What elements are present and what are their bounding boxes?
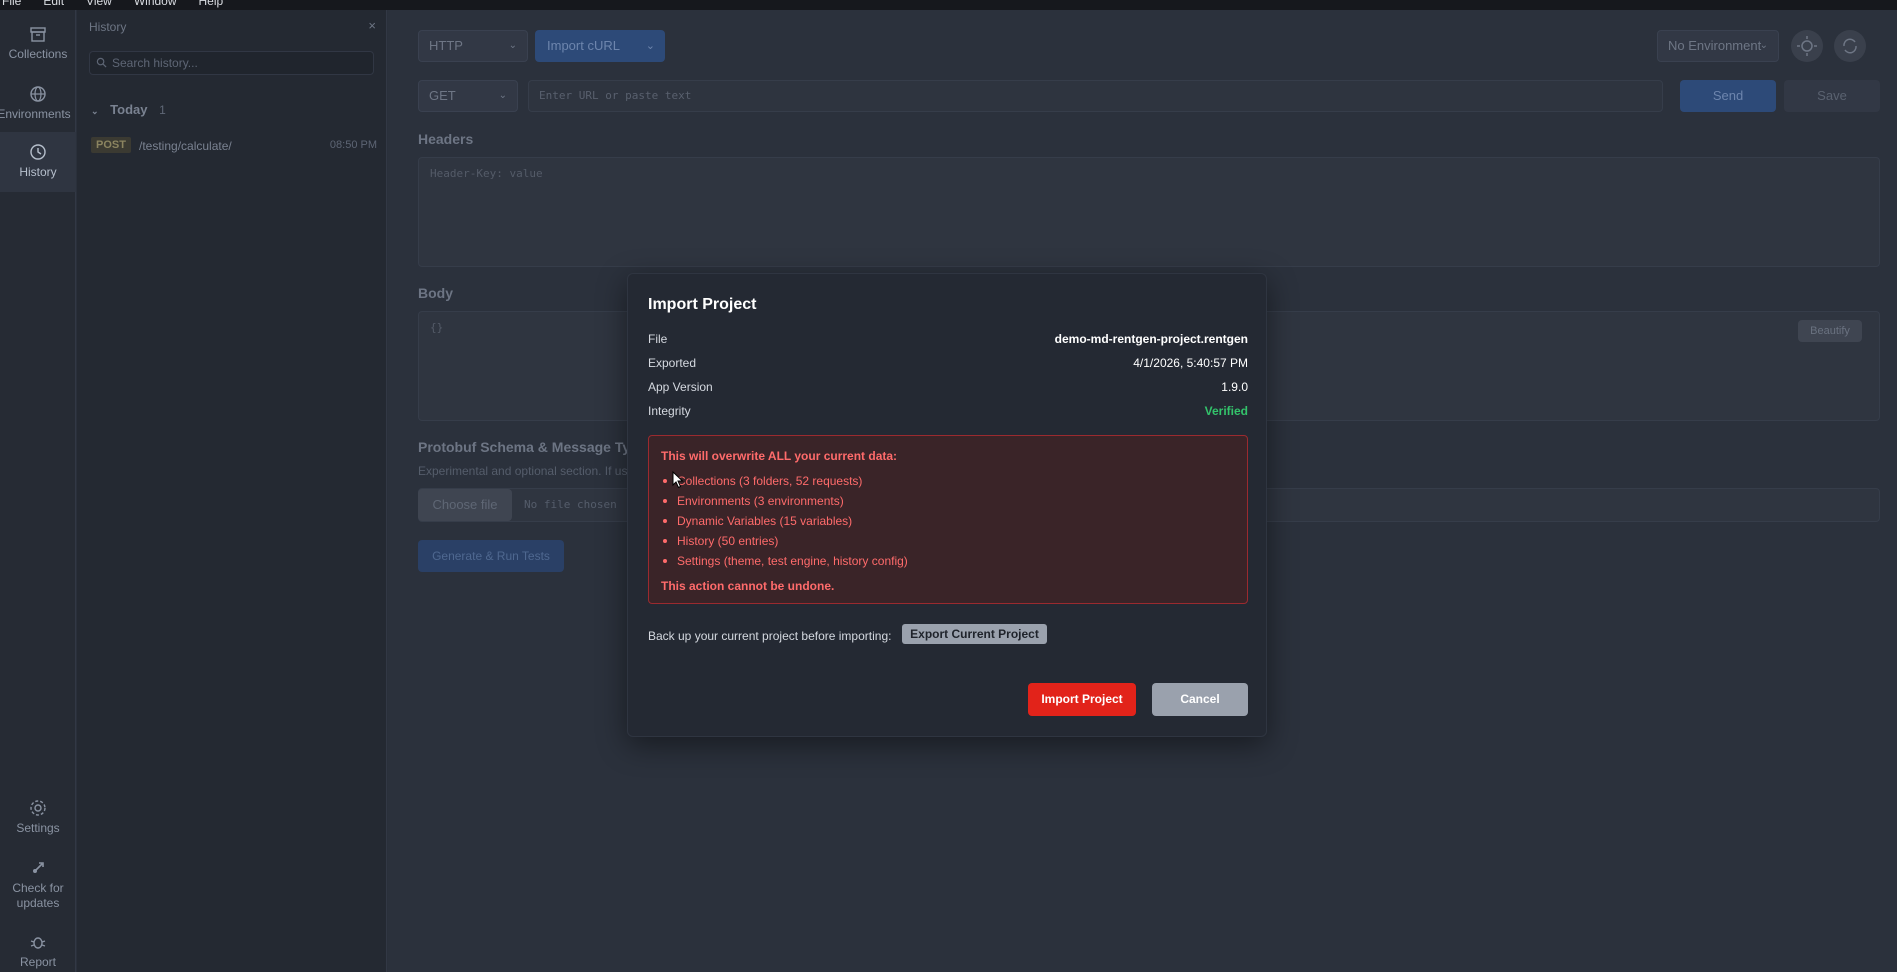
history-group-count: 1	[159, 103, 166, 117]
meta-value: 1.9.0	[1221, 380, 1248, 394]
import-curl-label: Import cURL	[547, 38, 620, 53]
history-search-input[interactable]: Search history...	[89, 51, 374, 75]
dialog-title: Import Project	[648, 296, 757, 313]
search-icon	[96, 57, 107, 68]
rail-collections[interactable]: Collections	[0, 18, 76, 68]
rail-environments[interactable]: Environments	[0, 78, 76, 128]
meta-key: Exported	[648, 356, 697, 370]
history-entry[interactable]: POST /testing/calculate/ 08:50 PM	[87, 135, 377, 157]
warning-title: This will overwrite ALL your current dat…	[661, 449, 898, 463]
url-placeholder: Enter URL or paste text	[539, 89, 692, 102]
meta-value: 4/1/2026, 5:40:57 PM	[1133, 356, 1248, 370]
refresh-button[interactable]	[1834, 30, 1866, 62]
import-curl-button[interactable]: Import cURL ⌄	[535, 30, 665, 62]
meta-row-file: File demo-md-rentgen-project.rentgen	[648, 332, 1248, 352]
protocol-select[interactable]: HTTP ⌄	[418, 30, 528, 62]
gear-icon	[30, 800, 46, 816]
warning-list: Collections (3 folders, 52 requests) Env…	[661, 473, 908, 573]
history-entry-time: 08:50 PM	[329, 139, 377, 151]
rail-history[interactable]: History	[0, 132, 76, 192]
rail-settings-label: Settings	[16, 821, 60, 835]
environment-select[interactable]: No Environment ⌄	[1657, 30, 1779, 62]
send-button[interactable]: Send	[1680, 80, 1776, 112]
chevron-down-icon: ⌄	[91, 106, 99, 116]
rail-check-updates-label: Check for updates	[12, 881, 64, 910]
globe-icon	[30, 86, 46, 102]
nav-rail: Collections Environments History Setting…	[0, 10, 76, 972]
menu-window[interactable]: Window	[134, 0, 177, 10]
warning-footer: This action cannot be undone.	[661, 579, 835, 593]
cancel-button[interactable]: Cancel	[1152, 683, 1248, 716]
menu-view[interactable]: View	[86, 0, 112, 10]
bug-icon	[30, 937, 46, 949]
beautify-button[interactable]: Beautify	[1798, 320, 1862, 342]
meta-key: Integrity	[648, 404, 691, 418]
body-value: {}	[430, 321, 444, 334]
warning-item: Environments (3 environments)	[661, 493, 908, 513]
rail-report[interactable]: Report	[0, 932, 76, 972]
chevron-down-icon: ⌄	[645, 40, 655, 52]
export-current-project-button[interactable]: Export Current Project	[902, 624, 1047, 644]
meta-key: File	[648, 332, 668, 346]
overwrite-warning: This will overwrite ALL your current dat…	[648, 435, 1248, 604]
chevron-down-icon: ⌄	[498, 90, 507, 101]
save-button[interactable]: Save	[1784, 80, 1880, 112]
archive-icon	[30, 27, 46, 42]
headers-placeholder: Header-Key: value	[430, 167, 543, 180]
rail-environments-label: Environments	[0, 107, 71, 121]
backup-label: Back up your current project before impo…	[648, 629, 892, 643]
integrity-status: Verified	[1204, 404, 1248, 418]
sun-icon	[1797, 36, 1817, 56]
theme-toggle-button[interactable]	[1791, 30, 1823, 62]
menu-edit[interactable]: Edit	[43, 0, 64, 10]
history-search-placeholder: Search history...	[112, 56, 198, 70]
warning-item: Collections (3 folders, 52 requests)	[661, 473, 908, 493]
meta-row-exported: Exported 4/1/2026, 5:40:57 PM	[648, 356, 1248, 376]
meta-key: App Version	[648, 380, 713, 394]
meta-row-integrity: Integrity Verified	[648, 404, 1248, 424]
import-project-button[interactable]: Import Project	[1028, 683, 1136, 716]
method-badge: POST	[91, 137, 131, 153]
protocol-value: HTTP	[429, 38, 463, 53]
rail-report-label: Report	[19, 955, 57, 969]
history-entry-path: /testing/calculate/	[139, 139, 232, 153]
close-icon[interactable]: ×	[368, 18, 376, 33]
rocket-icon	[33, 862, 44, 873]
protobuf-label: Protobuf Schema & Message Type	[418, 439, 647, 455]
import-project-dialog: Import Project File demo-md-rentgen-proj…	[627, 273, 1267, 737]
rail-check-updates[interactable]: Check for updates	[0, 858, 76, 914]
rail-settings[interactable]: Settings	[0, 798, 76, 846]
meta-value: demo-md-rentgen-project.rentgen	[1054, 332, 1248, 346]
no-file-text: No file chosen	[524, 498, 617, 511]
chevron-down-icon: ⌄	[508, 40, 517, 51]
refresh-icon	[1843, 38, 1857, 54]
history-panel-title: History	[89, 20, 127, 34]
headers-editor[interactable]: Header-Key: value	[418, 157, 1880, 267]
warning-item: Settings (theme, test engine, history co…	[661, 553, 908, 573]
history-group-label: Today	[110, 102, 148, 117]
environment-value: No Environment	[1668, 38, 1762, 53]
menu-file[interactable]: File	[2, 0, 21, 10]
mouse-cursor-icon	[672, 471, 684, 489]
method-value: GET	[429, 88, 456, 103]
protobuf-note: Experimental and optional section. If us…	[418, 464, 645, 478]
chevron-down-icon: ⌄	[1759, 40, 1768, 51]
generate-tests-button[interactable]: Generate & Run Tests	[418, 540, 564, 572]
rail-collections-label: Collections	[8, 47, 68, 61]
rail-history-label: History	[19, 165, 57, 179]
warning-item: Dynamic Variables (15 variables)	[661, 513, 908, 533]
menu-bar: File Edit View Window Help	[0, 0, 1897, 10]
warning-item: History (50 entries)	[661, 533, 908, 553]
choose-file-button[interactable]: Choose file	[418, 489, 512, 521]
history-group-today[interactable]: ⌄ Today 1	[91, 102, 166, 117]
history-panel: History × Search history... ⌄ Today 1 PO…	[77, 10, 387, 972]
url-input[interactable]: Enter URL or paste text	[528, 80, 1663, 112]
headers-label: Headers	[418, 131, 474, 147]
body-label: Body	[418, 285, 453, 301]
clock-icon	[30, 144, 46, 160]
menu-help[interactable]: Help	[199, 0, 224, 10]
meta-row-app-version: App Version 1.9.0	[648, 380, 1248, 400]
method-select[interactable]: GET ⌄	[418, 80, 518, 112]
